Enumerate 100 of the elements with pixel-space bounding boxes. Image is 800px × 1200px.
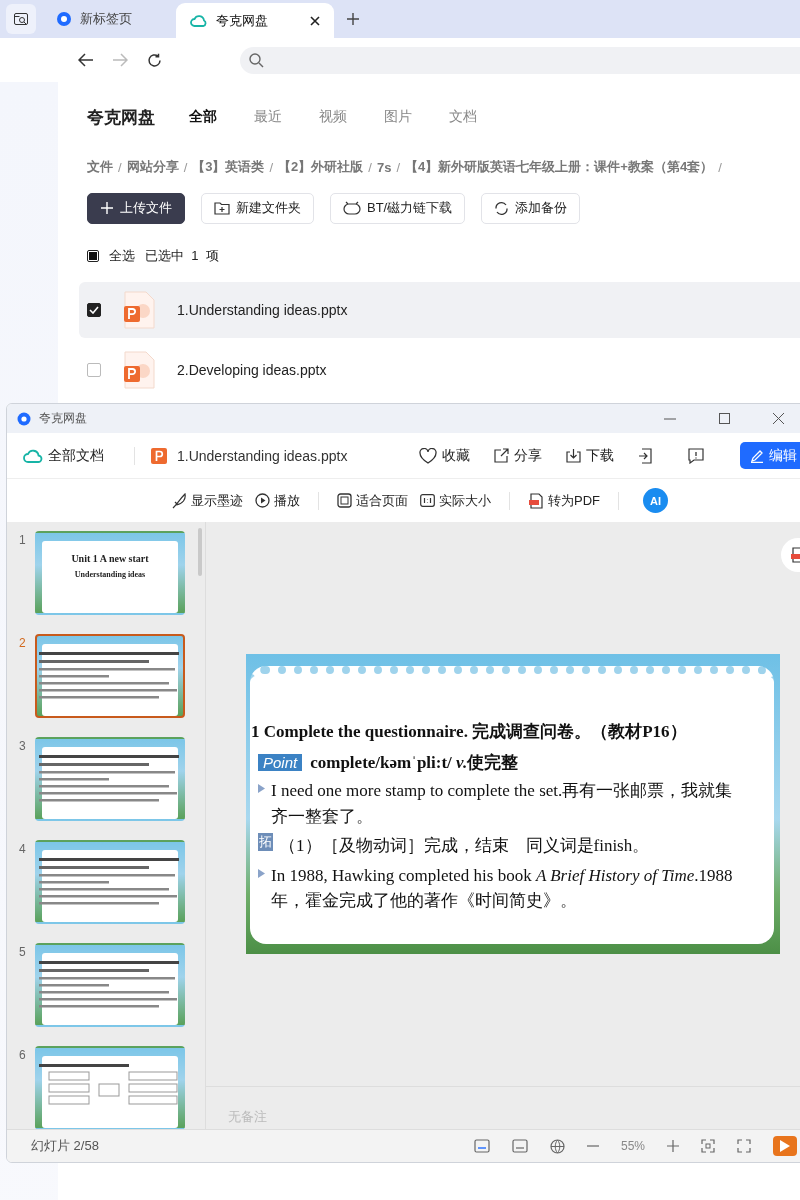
slide-thumbnail[interactable] — [35, 1046, 185, 1129]
nav-tab[interactable]: 文档 — [449, 108, 477, 126]
magnet-icon — [343, 201, 361, 215]
pdf-icon — [528, 492, 544, 509]
slideshow-play-icon[interactable] — [773, 1136, 797, 1156]
extend-tag: 拓 — [258, 833, 273, 851]
download-icon — [566, 448, 581, 463]
selection-count: 已选中 1 项 — [145, 247, 219, 265]
tab-search-icon[interactable] — [6, 4, 36, 34]
slide-number: 1 — [19, 533, 27, 549]
breadcrumb-separator: / — [718, 159, 722, 175]
breadcrumb-link[interactable]: 【4】新外研版英语七年级上册：课件+教案（第4套） — [405, 158, 714, 176]
bt-download-button[interactable]: BT/磁力链下载 — [330, 192, 466, 224]
fit-page-button[interactable]: 适合页面 — [337, 491, 408, 510]
browser-logo-icon — [56, 11, 72, 27]
slide-text: I need one more stamp to complete the set.再有一张邮票，我就集齐一整套了。 — [271, 780, 734, 828]
bullet-icon — [258, 868, 265, 878]
feedback-icon[interactable] — [688, 447, 704, 464]
browser-tab[interactable]: 夸克网盘 — [176, 3, 334, 38]
plus-icon — [100, 201, 114, 215]
bullet-icon — [258, 784, 265, 793]
select-all-checkbox[interactable] — [87, 250, 99, 262]
file-name: 2.Developing ideas.pptx — [177, 362, 327, 378]
file-checkbox[interactable] — [87, 363, 101, 377]
fit-icon — [337, 493, 352, 508]
file-row[interactable]: 2.Developing ideas.pptx — [79, 342, 800, 398]
zoom-level: 55% — [620, 1139, 645, 1153]
nav-tab[interactable]: 视频 — [319, 108, 347, 126]
favorite-button[interactable]: 收藏 — [419, 446, 470, 465]
slide-thumbnail[interactable] — [35, 840, 185, 924]
slide-view-icon[interactable] — [473, 1139, 490, 1153]
slide-text: （1）［及物动词］完成，结束 同义词是finish。 — [279, 835, 650, 857]
share-button[interactable]: 分享 — [494, 446, 542, 465]
slide-number: 3 — [19, 739, 27, 755]
slide-number: 6 — [19, 1048, 27, 1064]
address-field[interactable] — [240, 46, 800, 74]
notes-view-icon[interactable] — [511, 1139, 528, 1153]
export-icon[interactable] — [638, 447, 652, 464]
heart-icon — [419, 447, 437, 464]
feather-icon — [171, 492, 187, 509]
pptx-file-icon — [123, 291, 155, 329]
thumbnail-title: Unit 1 A new start — [71, 553, 149, 564]
pencil-icon — [750, 448, 764, 463]
breadcrumb-link[interactable]: 文件 — [87, 158, 113, 176]
play-icon — [255, 493, 270, 508]
window-title: 夸克网盘 — [39, 410, 87, 427]
breadcrumb-separator: / — [396, 159, 401, 175]
actual-size-button[interactable]: 实际大小 — [420, 491, 491, 510]
show-ink-button[interactable]: 显示墨迹 — [171, 491, 243, 510]
slide-thumbnail[interactable]: Unit 1 A new start Understanding ideas — [35, 531, 185, 615]
back-icon[interactable] — [76, 53, 96, 67]
pptx-file-icon — [123, 351, 155, 389]
file-row[interactable]: 1.Understanding ideas.pptx — [79, 282, 800, 338]
add-backup-button[interactable]: 添加备份 — [481, 192, 581, 224]
file-checkbox[interactable] — [87, 303, 101, 317]
sync-icon — [494, 200, 510, 216]
fit-screen-icon[interactable] — [701, 1139, 715, 1153]
pptx-file-icon — [151, 447, 167, 464]
cloud-icon — [23, 447, 43, 464]
one-to-one-icon — [420, 494, 435, 507]
nav-tab[interactable]: 图片 — [384, 108, 412, 126]
download-button[interactable]: 下载 — [566, 446, 614, 465]
slide-heading: 1 Complete the questionnaire. 完成调查问卷。（教材P16） — [251, 721, 688, 743]
new-folder-button[interactable]: 新建文件夹 — [201, 192, 314, 224]
nav-tab[interactable]: 最近 — [254, 108, 282, 126]
nav-tab[interactable]: 全部 — [189, 108, 217, 126]
globe-icon[interactable] — [549, 1138, 565, 1154]
app-logo-icon — [17, 411, 31, 426]
convert-pdf-button[interactable]: 转为PDF — [528, 491, 600, 510]
browser-tab[interactable]: 新标签页 — [42, 0, 172, 38]
cloud-icon — [190, 13, 208, 28]
thumbnail-subtitle: Understanding ideas — [74, 570, 146, 579]
breadcrumb-separator: / — [368, 159, 372, 175]
vocabulary-term: complete/kəmˈpli:t/ v.使完整 — [310, 752, 519, 774]
play-button[interactable]: 播放 — [255, 491, 300, 510]
breadcrumb-separator: / — [269, 159, 274, 175]
search-icon — [248, 52, 264, 68]
slide-number: 2 — [19, 636, 27, 652]
slide-text: In 1988, Hawking completed his book A Brief History of Time.1988年，霍金完成了他的著作《时间简史》。 — [271, 864, 734, 912]
breadcrumb-separator: / — [183, 159, 188, 175]
breadcrumb-link[interactable]: 网站分享 — [126, 158, 179, 176]
slide-number: 4 — [19, 842, 27, 858]
slide-thumbnail[interactable] — [35, 737, 185, 821]
close-icon[interactable] — [310, 15, 320, 26]
zoom-in-icon[interactable] — [667, 1140, 679, 1152]
breadcrumb-separator: / — [118, 159, 122, 175]
slide-thumbnail[interactable] — [35, 943, 185, 1027]
breadcrumb-link[interactable]: 【3】英语类 — [192, 158, 265, 176]
breadcrumb-link[interactable]: 7s — [376, 159, 392, 175]
upload-button[interactable]: 上传文件 — [87, 192, 185, 224]
brand-title: 夸克网盘 — [87, 106, 155, 129]
slide-thumbnail[interactable] — [35, 634, 185, 718]
point-badge: Point — [258, 754, 303, 771]
select-all-label[interactable]: 全选 — [109, 247, 135, 265]
share-icon — [494, 448, 509, 463]
all-documents-button[interactable]: 全部文档 — [23, 446, 104, 465]
slide-number: 5 — [19, 945, 27, 961]
breadcrumb-link[interactable]: 【2】外研社版 — [278, 158, 364, 176]
slide-counter: 幻灯片 2/58 — [31, 1137, 99, 1155]
edit-button[interactable]: 编辑 — [740, 442, 800, 469]
